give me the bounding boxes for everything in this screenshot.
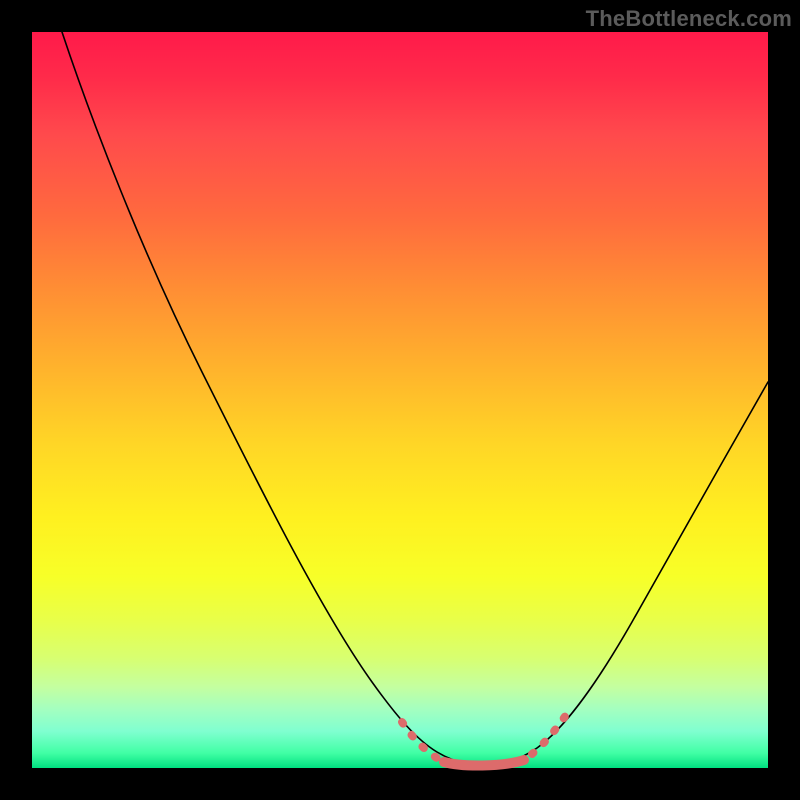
optimal-range-bottom-marker	[444, 760, 524, 766]
bottleneck-curve	[62, 32, 768, 765]
plot-area	[32, 32, 768, 768]
curve-svg	[32, 32, 768, 768]
watermark-text: TheBottleneck.com	[586, 6, 792, 32]
chart-canvas: TheBottleneck.com	[0, 0, 800, 800]
